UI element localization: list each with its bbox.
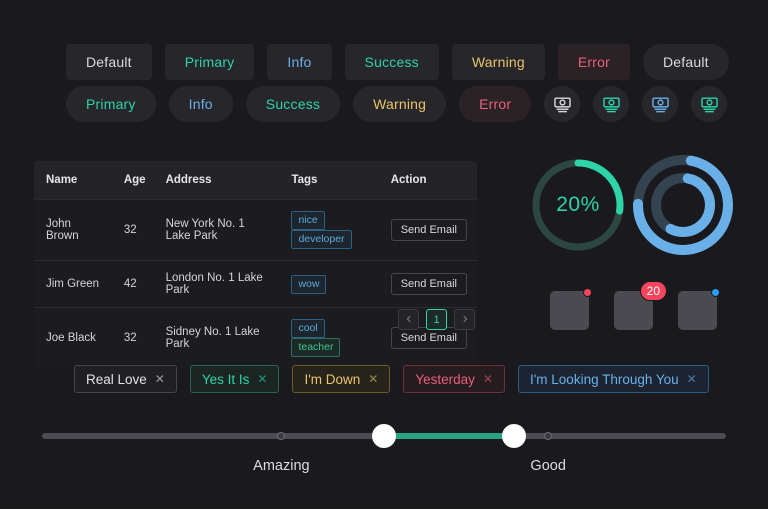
close-icon[interactable]: ✕ <box>155 373 165 385</box>
slider-mark-label-amazing: Amazing <box>253 458 310 474</box>
cell-age: 32 <box>113 307 156 368</box>
column-header-tags: Tags <box>281 161 381 200</box>
button-error-2[interactable]: Error <box>459 86 532 122</box>
cell-name: John Brown <box>34 199 114 261</box>
ui-showcase-page: Default Primary Info Success Warning Err… <box>0 0 768 509</box>
tag-label: I'm Down <box>304 371 361 387</box>
closable-tag-yes-it-is[interactable]: Yes It Is ✕ <box>189 365 280 393</box>
closable-tag-real-love[interactable]: Real Love ✕ <box>74 365 177 393</box>
icon-button-money-default[interactable] <box>544 86 581 122</box>
cell-age: 42 <box>113 260 156 308</box>
cell-action: Send Email <box>380 260 477 308</box>
close-icon[interactable]: ✕ <box>687 373 697 385</box>
send-email-button[interactable]: Send Email <box>390 327 467 349</box>
button-default-2[interactable]: Default <box>643 44 729 80</box>
cell-name: Jim Green <box>34 260 114 308</box>
close-icon[interactable]: ✕ <box>368 373 378 385</box>
tag-label: I'm Looking Through You <box>529 371 679 387</box>
cell-tags: wow <box>281 260 381 308</box>
badge-item-dot-red[interactable] <box>550 288 592 330</box>
progress-ring-dual <box>633 155 733 255</box>
closable-tag-yesterday[interactable]: Yesterday ✕ <box>403 365 505 393</box>
badge-item-dot-blue[interactable] <box>678 288 720 330</box>
data-table-card: Name Age Address Tags Action John Brown … <box>34 161 477 368</box>
closable-tag-im-down[interactable]: I'm Down ✕ <box>292 365 391 393</box>
send-email-button[interactable]: Send Email <box>390 273 467 295</box>
cell-action: Send Email <box>380 199 477 261</box>
cell-address: Sidney No. 1 Lake Park <box>155 307 282 368</box>
tag-label: Yesterday <box>415 371 475 387</box>
button-warning-1[interactable]: Warning <box>451 44 545 80</box>
button-row-square: Default Primary Info Success Warning Err… <box>66 44 729 80</box>
icon-button-money-success[interactable] <box>691 86 728 122</box>
button-error-1[interactable]: Error <box>557 44 630 80</box>
pagination: 1 <box>398 309 475 330</box>
slider-fill <box>384 433 514 439</box>
money-icon <box>651 95 670 114</box>
tag-chip[interactable]: teacher <box>291 338 341 357</box>
button-primary-2[interactable]: Primary <box>66 86 156 122</box>
send-email-button[interactable]: Send Email <box>390 219 467 241</box>
tag-chip[interactable]: cool <box>291 319 325 338</box>
table-row[interactable]: John Brown 32 New York No. 1 Lake Park n… <box>34 199 477 261</box>
closable-tag-im-looking-through-you[interactable]: I'm Looking Through You ✕ <box>517 365 709 393</box>
badge-dot-icon <box>583 288 592 297</box>
badge-square[interactable] <box>678 291 717 330</box>
slider-mark-label-good: Good <box>530 458 566 474</box>
column-header-age: Age <box>113 161 156 200</box>
cell-tags: nicedeveloper <box>281 199 381 261</box>
tag-chip[interactable]: developer <box>291 230 352 249</box>
range-slider[interactable]: Amazing Good <box>42 424 726 490</box>
button-warning-2[interactable]: Warning <box>353 86 447 122</box>
cell-address: London No. 1 Lake Park <box>155 260 282 308</box>
close-icon[interactable]: ✕ <box>257 373 267 385</box>
chevron-left-icon <box>405 314 413 326</box>
cell-name: Joe Black <box>34 307 114 368</box>
money-icon <box>553 95 572 114</box>
money-icon <box>602 95 621 114</box>
button-success-1[interactable]: Success <box>344 44 439 80</box>
tag-label: Real Love <box>86 371 147 387</box>
badge-count: 20 <box>639 281 667 301</box>
badge-group: 20 <box>550 281 720 330</box>
tag-label: Yes It Is <box>201 371 250 387</box>
button-info-1[interactable]: Info <box>267 44 332 80</box>
tag-chip[interactable]: wow <box>291 274 327 294</box>
cell-age: 32 <box>113 199 156 261</box>
money-icon <box>700 95 719 114</box>
button-row-round: Primary Info Success Warning Error <box>66 86 728 122</box>
chevron-right-icon <box>461 314 469 326</box>
column-header-action: Action <box>380 161 477 200</box>
badge-item-count[interactable]: 20 <box>614 281 667 330</box>
cell-address: New York No. 1 Lake Park <box>155 199 282 261</box>
button-primary-1[interactable]: Primary <box>164 44 255 80</box>
progress-percent-label: 20% <box>556 193 600 216</box>
button-success-2[interactable]: Success <box>245 86 341 122</box>
pagination-next-button[interactable] <box>454 309 475 330</box>
icon-button-money-info[interactable] <box>642 86 679 122</box>
badge-square[interactable] <box>550 291 589 330</box>
slider-handle-low[interactable] <box>372 424 396 448</box>
closable-tag-group: Real Love ✕ Yes It Is ✕ I'm Down ✕ Yeste… <box>74 365 709 393</box>
data-table: Name Age Address Tags Action John Brown … <box>34 161 477 368</box>
cell-tags: coolteacher <box>281 307 381 368</box>
slider-handle-high[interactable] <box>501 424 526 448</box>
pagination-page-1[interactable]: 1 <box>426 309 447 330</box>
table-row[interactable]: Jim Green 42 London No. 1 Lake Park wow … <box>34 260 477 308</box>
progress-circle-teal: 20% <box>528 155 628 255</box>
close-icon[interactable]: ✕ <box>483 373 493 385</box>
pagination-prev-button[interactable] <box>398 309 419 330</box>
column-header-name: Name <box>34 161 114 200</box>
button-info-2[interactable]: Info <box>168 86 233 122</box>
icon-button-money-primary[interactable] <box>593 86 630 122</box>
table-header-row: Name Age Address Tags Action <box>34 161 477 200</box>
badge-dot-icon <box>711 288 720 297</box>
progress-dashboard-blue <box>628 150 738 260</box>
tag-chip[interactable]: nice <box>291 211 325 230</box>
button-default-1[interactable]: Default <box>66 44 152 80</box>
column-header-address: Address <box>155 161 282 200</box>
